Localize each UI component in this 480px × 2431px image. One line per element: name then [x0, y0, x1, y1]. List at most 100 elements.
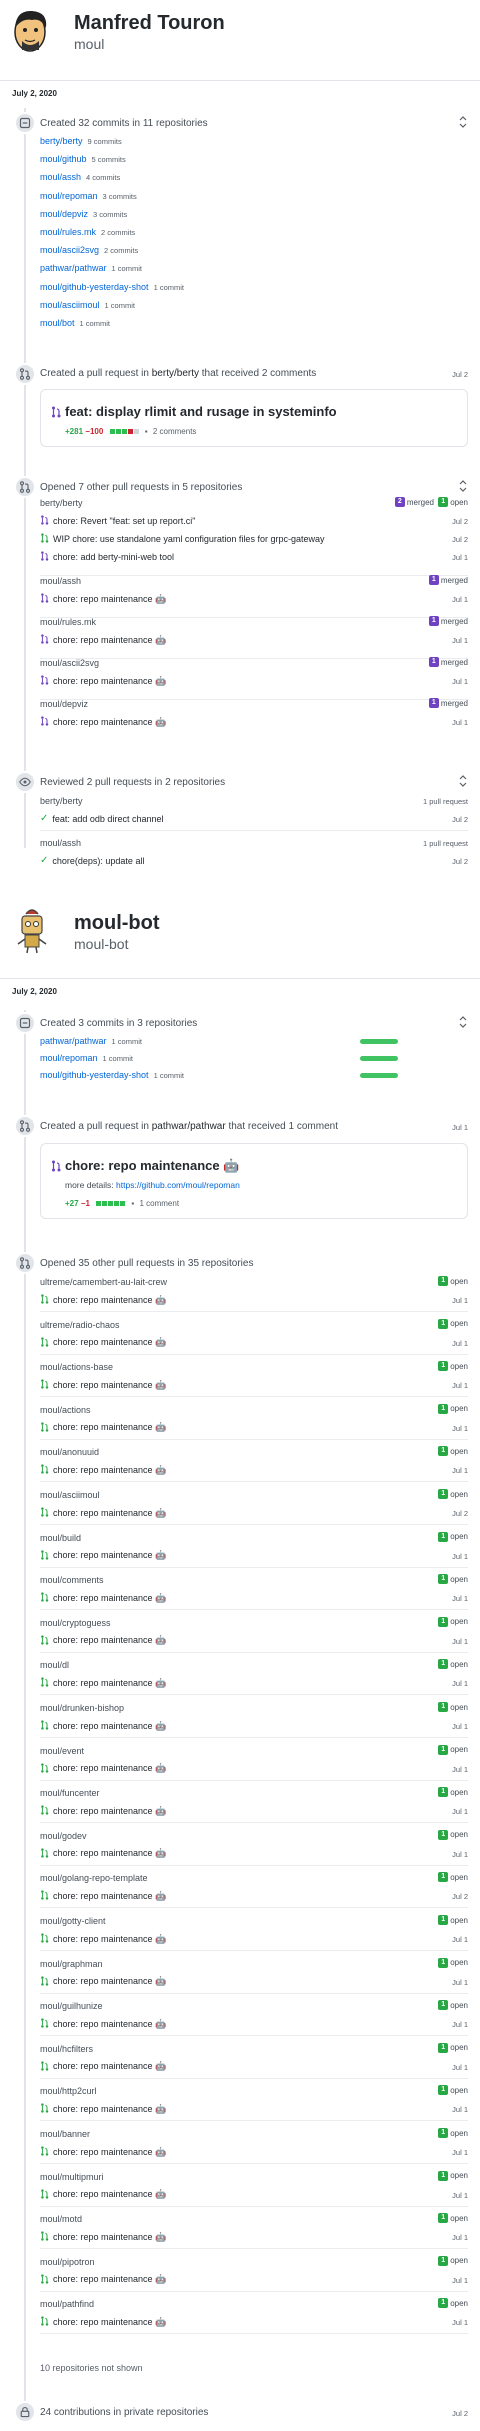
pr-item-title[interactable]: chore: repo maintenance 🤖 — [53, 1465, 166, 1476]
details-link[interactable]: https://github.com/moul/repoman — [116, 1180, 240, 1190]
pr-item[interactable]: chore: repo maintenance 🤖 — [40, 2061, 166, 2073]
pr-card[interactable]: chore: repo maintenance 🤖 more details: … — [40, 1143, 468, 1219]
pr-title[interactable]: chore: repo maintenance 🤖 — [65, 1158, 239, 1174]
group-repo-name[interactable]: moul/hcfilters — [40, 2044, 93, 2054]
group-repo-name[interactable]: moul/depviz — [40, 699, 88, 709]
group-repo-name[interactable]: berty/berty — [40, 498, 83, 508]
pr-item-title[interactable]: chore: repo maintenance 🤖 — [53, 594, 166, 605]
group-repo-name[interactable]: berty/berty — [40, 796, 83, 806]
pr-item[interactable]: chore: repo maintenance 🤖 — [40, 1805, 166, 1817]
user-name[interactable]: Manfred Touron — [74, 12, 225, 35]
not-shown-note[interactable]: 10 repositories not shown — [40, 2363, 143, 2373]
pr-item-title[interactable]: chore: repo maintenance 🤖 — [53, 1806, 166, 1817]
pr-item[interactable]: chore: repo maintenance 🤖 — [40, 2018, 166, 2030]
fold-icon[interactable] — [458, 775, 468, 787]
group-repo-name[interactable]: moul/banner — [40, 2129, 90, 2139]
group-repo-name[interactable]: moul/guilhunize — [40, 2001, 103, 2011]
pr-item[interactable]: chore: repo maintenance 🤖 — [40, 716, 166, 728]
repo-link[interactable]: pathwar/pathwar — [40, 1036, 107, 1046]
pr-item[interactable]: chore: repo maintenance 🤖 — [40, 2231, 166, 2243]
pr-item-title[interactable]: chore: repo maintenance 🤖 — [53, 1721, 166, 1732]
group-repo-name[interactable]: moul/asciimoul — [40, 1490, 100, 1500]
group-repo-name[interactable]: moul/pipotron — [40, 2257, 95, 2267]
pr-item[interactable]: chore: repo maintenance 🤖 — [40, 2316, 166, 2328]
pr-item-title[interactable]: chore: Revert "feat: set up report.ci" — [53, 516, 195, 526]
pr-item[interactable]: chore: repo maintenance 🤖 — [40, 2146, 166, 2158]
pr-item-title[interactable]: chore: repo maintenance 🤖 — [53, 2317, 166, 2328]
repo-link[interactable]: pathwar/pathwar — [40, 263, 107, 273]
repo-link[interactable]: moul/bot — [40, 318, 75, 328]
repo-link[interactable]: moul/depviz — [40, 209, 88, 219]
repo-link[interactable]: moul/repoman — [40, 191, 98, 201]
user-name[interactable]: moul-bot — [74, 912, 160, 935]
pr-item[interactable]: chore: repo maintenance 🤖 — [40, 1763, 166, 1775]
repo-link[interactable]: pathwar/pathwar — [152, 1121, 226, 1132]
pr-item-title[interactable]: chore: repo maintenance 🤖 — [53, 1508, 166, 1519]
pr-item-title[interactable]: chore: repo maintenance 🤖 — [53, 1891, 166, 1902]
pr-item-title[interactable]: chore: add berty-mini-web tool — [53, 552, 174, 562]
pr-item-title[interactable]: chore: repo maintenance 🤖 — [53, 1635, 166, 1646]
pr-item[interactable]: chore: repo maintenance 🤖 — [40, 2189, 166, 2201]
group-repo-name[interactable]: moul/comments — [40, 1575, 104, 1585]
pr-item[interactable]: chore: add berty-mini-web tool — [40, 551, 174, 563]
pr-item[interactable]: chore: repo maintenance 🤖 — [40, 1848, 166, 1860]
pr-item-title[interactable]: chore: repo maintenance 🤖 — [53, 1295, 166, 1306]
pr-item-title[interactable]: chore: repo maintenance 🤖 — [53, 2189, 166, 2200]
pr-item[interactable]: chore: repo maintenance 🤖 — [40, 2274, 166, 2286]
group-repo-name[interactable]: moul/dl — [40, 1660, 69, 1670]
pr-item[interactable]: chore: repo maintenance 🤖 — [40, 1550, 166, 1562]
review-item[interactable]: ✓ chore(deps): update all — [40, 855, 144, 866]
pr-item[interactable]: chore: repo maintenance 🤖 — [40, 1720, 166, 1732]
pr-item[interactable]: chore: repo maintenance 🤖 — [40, 1890, 166, 1902]
group-repo-name[interactable]: moul/motd — [40, 2214, 82, 2224]
pr-item[interactable]: chore: repo maintenance 🤖 — [40, 1337, 166, 1349]
pr-item[interactable]: chore: repo maintenance 🤖 — [40, 1464, 166, 1476]
group-repo-name[interactable]: moul/drunken-bishop — [40, 1703, 124, 1713]
group-repo-name[interactable]: moul/event — [40, 1746, 84, 1756]
group-repo-name[interactable]: moul/gotty-client — [40, 1916, 106, 1926]
repo-link[interactable]: moul/github — [40, 154, 87, 164]
pr-item[interactable]: chore: repo maintenance 🤖 — [40, 1677, 166, 1689]
group-repo-name[interactable]: moul/graphman — [40, 1959, 103, 1969]
repo-link[interactable]: berty/berty — [152, 368, 199, 379]
pr-item[interactable]: chore: repo maintenance 🤖 — [40, 1592, 166, 1604]
pr-item-title[interactable]: chore: repo maintenance 🤖 — [53, 717, 166, 728]
pr-item-title[interactable]: chore: repo maintenance 🤖 — [53, 2019, 166, 2030]
group-repo-name[interactable]: moul/http2curl — [40, 2086, 97, 2096]
pr-item[interactable]: chore: repo maintenance 🤖 — [40, 1635, 166, 1647]
pr-item[interactable]: chore: repo maintenance 🤖 — [40, 1379, 166, 1391]
pr-item-title[interactable]: chore: repo maintenance 🤖 — [53, 1593, 166, 1604]
pr-item-title[interactable]: chore: repo maintenance 🤖 — [53, 1976, 166, 1987]
pr-item-title[interactable]: chore: repo maintenance 🤖 — [53, 1422, 166, 1433]
review-item-title[interactable]: chore(deps): update all — [52, 856, 144, 866]
group-repo-name[interactable]: moul/actions-base — [40, 1362, 113, 1372]
pr-item[interactable]: chore: repo maintenance 🤖 — [40, 1507, 166, 1519]
pr-item[interactable]: WIP chore: use standalone yaml configura… — [40, 533, 324, 545]
group-repo-name[interactable]: moul/ascii2svg — [40, 658, 99, 668]
group-repo-name[interactable]: moul/multipmuri — [40, 2172, 104, 2182]
repo-link[interactable]: moul/assh — [40, 172, 81, 182]
pr-item-title[interactable]: chore: repo maintenance 🤖 — [53, 1337, 166, 1348]
pr-item-title[interactable]: chore: repo maintenance 🤖 — [53, 676, 166, 687]
fold-icon[interactable] — [458, 116, 468, 128]
avatar[interactable] — [8, 6, 56, 54]
pr-item-title[interactable]: chore: repo maintenance 🤖 — [53, 1934, 166, 1945]
pr-card[interactable]: feat: display rlimit and rusage in syste… — [40, 389, 468, 447]
avatar[interactable] — [8, 906, 56, 954]
pr-item-title[interactable]: chore: repo maintenance 🤖 — [53, 2061, 166, 2072]
pr-item-title[interactable]: chore: repo maintenance 🤖 — [53, 2232, 166, 2243]
pr-item-title[interactable]: chore: repo maintenance 🤖 — [53, 635, 166, 646]
group-repo-name[interactable]: moul/actions — [40, 1405, 91, 1415]
pr-item[interactable]: chore: repo maintenance 🤖 — [40, 2103, 166, 2115]
pr-item-title[interactable]: chore: repo maintenance 🤖 — [53, 1550, 166, 1561]
pr-item[interactable]: chore: Revert "feat: set up report.ci" — [40, 515, 195, 527]
repo-link[interactable]: berty/berty — [40, 136, 83, 146]
repo-link[interactable]: moul/asciimoul — [40, 300, 100, 310]
group-repo-name[interactable]: moul/cryptoguess — [40, 1618, 111, 1628]
repo-link[interactable]: moul/ascii2svg — [40, 245, 99, 255]
pr-item[interactable]: chore: repo maintenance 🤖 — [40, 1933, 166, 1945]
pr-item-title[interactable]: chore: repo maintenance 🤖 — [53, 2104, 166, 2115]
pr-item[interactable]: chore: repo maintenance 🤖 — [40, 675, 166, 687]
pr-item[interactable]: chore: repo maintenance 🤖 — [40, 1294, 166, 1306]
repo-link[interactable]: moul/github-yesterday-shot — [40, 1070, 149, 1080]
